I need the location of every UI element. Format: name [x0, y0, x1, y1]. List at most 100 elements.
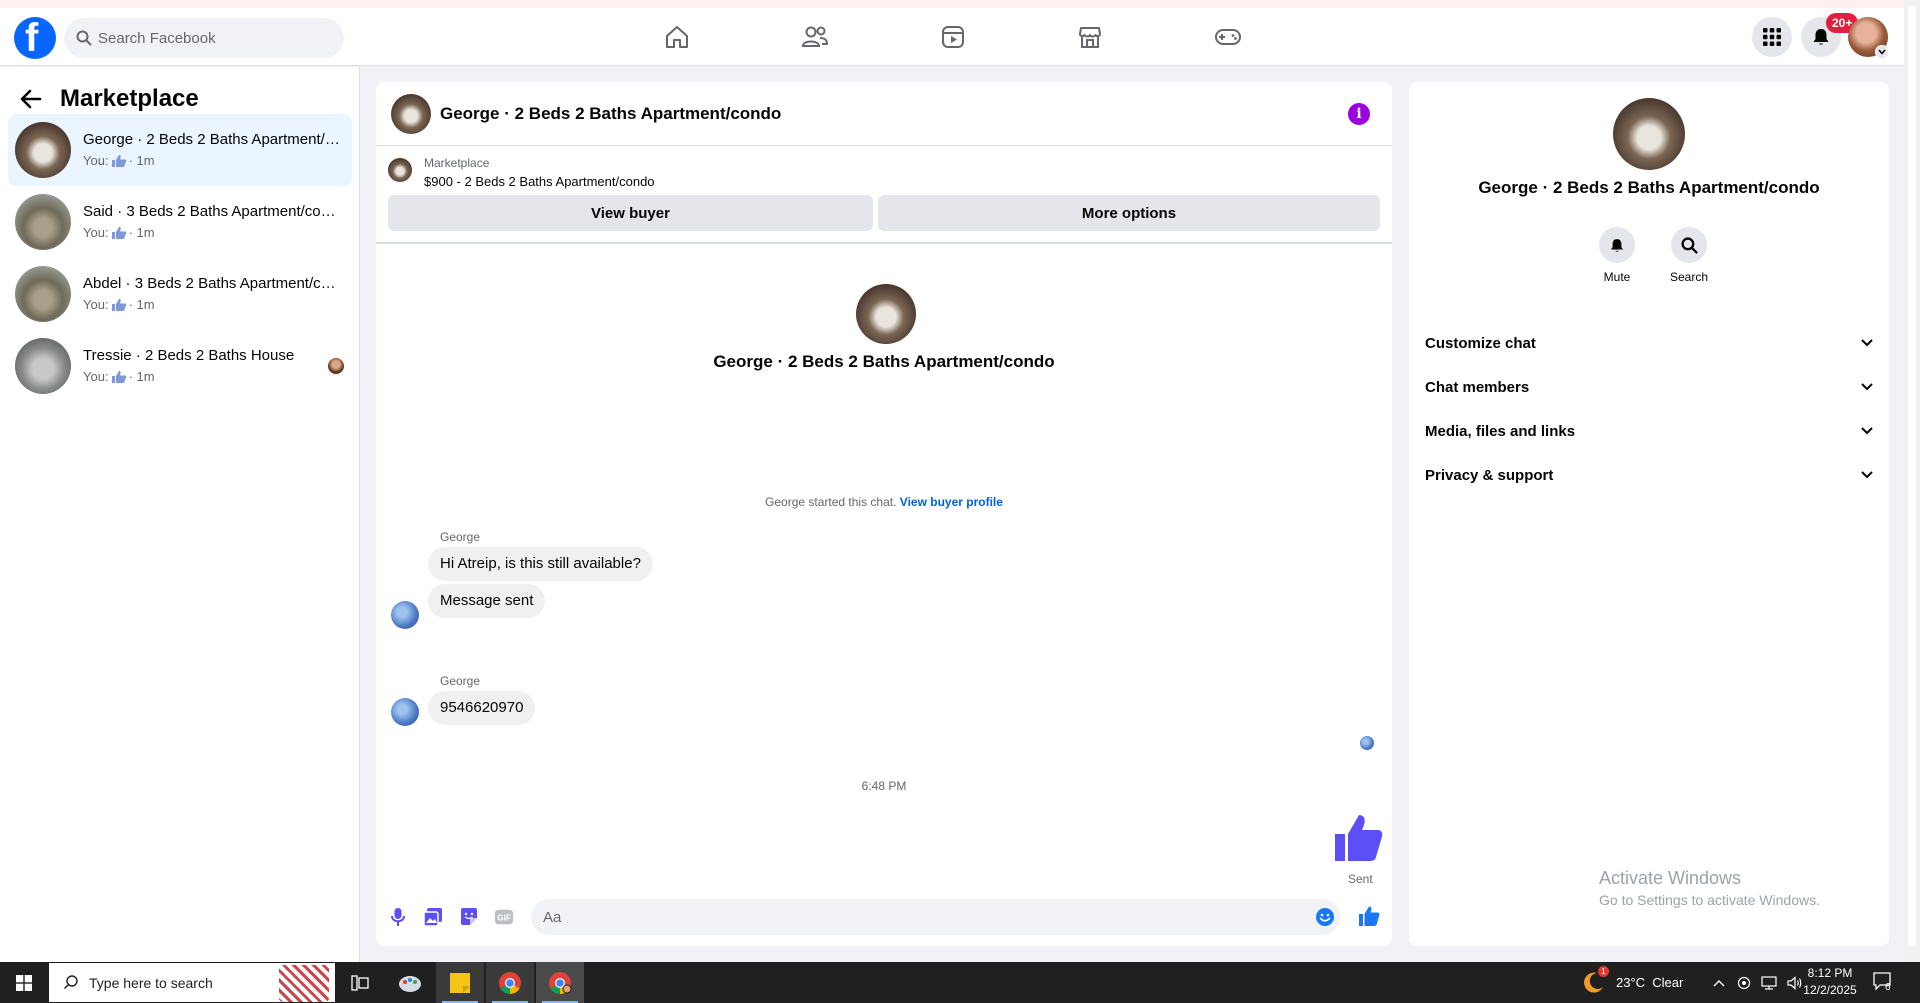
search-highlight-graphic — [279, 965, 329, 1002]
chrome-app-icon[interactable] — [486, 962, 534, 1003]
nav-gaming[interactable] — [1198, 16, 1258, 58]
marketplace-icon — [1077, 24, 1103, 50]
home-icon — [664, 24, 690, 50]
conversation-title: Tressie · 2 Beds 2 Baths House — [83, 347, 295, 364]
conversation-title: Said · 3 Beds 2 Baths Apartment/condo — [83, 203, 343, 220]
action-center-icon[interactable]: 6 — [1872, 971, 1894, 993]
conversation-item-abdel[interactable]: Abdel · 3 Beds 2 Baths Apartment/condo Y… — [8, 258, 352, 330]
windows-start-icon[interactable] — [0, 962, 48, 1003]
chevron-up-icon[interactable] — [1713, 979, 1725, 987]
facebook-search-box[interactable] — [64, 18, 344, 58]
message-bubble[interactable]: Message sent — [428, 584, 546, 618]
media-files-links-row[interactable]: Media, files and links — [1425, 411, 1873, 451]
conversation-title: George · 2 Beds 2 Baths Apartment/condo — [83, 131, 343, 148]
chat-header: George · 2 Beds 2 Baths Apartment/condo … — [376, 82, 1392, 146]
taskbar-clock[interactable]: 8:12 PM 12/2/2025 — [1798, 965, 1862, 999]
nav-home[interactable] — [647, 16, 707, 58]
page-title: Marketplace — [60, 85, 199, 112]
conversation-preview: You: · 1m — [83, 153, 155, 168]
conversation-item-george[interactable]: George · 2 Beds 2 Baths Apartment/condo … — [8, 114, 352, 186]
sticker-icon[interactable] — [459, 907, 479, 927]
mute-action[interactable]: Mute — [1587, 227, 1647, 284]
bell-icon[interactable] — [1599, 227, 1635, 263]
scrollbar-thumb[interactable] — [1908, 6, 1916, 946]
menu-button[interactable] — [1752, 17, 1792, 57]
message-input[interactable] — [543, 899, 1303, 935]
customize-chat-row[interactable]: Customize chat — [1425, 323, 1873, 363]
message-bubble[interactable]: 9546620970 — [428, 691, 536, 725]
windows-taskbar: Type here to search 1 23°C Clear 8:12 PM… — [0, 962, 1920, 1003]
taskbar-search-box[interactable]: Type here to search — [48, 962, 336, 1003]
sender-avatar[interactable] — [391, 601, 419, 629]
view-buyer-profile-link[interactable]: View buyer profile — [900, 495, 1003, 509]
meet-camera-icon[interactable] — [1737, 976, 1751, 990]
clock-date: 12/2/2025 — [1803, 983, 1857, 997]
listing-source: Marketplace — [424, 156, 490, 170]
view-buyer-button[interactable]: View buyer — [388, 195, 873, 231]
network-icon[interactable] — [1761, 975, 1777, 990]
nav-marketplace[interactable] — [1060, 16, 1120, 58]
search-in-conversation-action[interactable]: Search — [1659, 227, 1719, 284]
emoji-icon[interactable] — [1315, 907, 1335, 927]
chat-listing-avatar[interactable] — [391, 94, 431, 134]
message-input-wrapper[interactable] — [531, 899, 1340, 935]
listing-thumbnail — [15, 122, 71, 178]
task-view-icon[interactable] — [336, 962, 384, 1003]
info-icon[interactable]: i — [1348, 103, 1370, 125]
section-label: Chat members — [1425, 378, 1530, 396]
sender-avatar[interactable] — [391, 698, 419, 726]
friends-icon — [801, 24, 829, 50]
paint-app-icon[interactable] — [386, 962, 434, 1003]
sticky-notes-app-icon[interactable] — [436, 962, 484, 1003]
listing-thumbnail — [15, 338, 71, 394]
preview-prefix: You: — [83, 225, 109, 240]
conversation-preview: You: · 1m — [83, 225, 155, 240]
gaming-icon — [1214, 25, 1242, 49]
message-sender-name: George — [440, 530, 481, 544]
search-label: Search — [1669, 270, 1709, 284]
weather-icon[interactable]: 1 — [1582, 965, 1609, 996]
page-scrollbar[interactable] — [1904, 0, 1920, 962]
conversation-preview: You: · 1m — [83, 369, 155, 384]
grid-menu-icon — [1762, 27, 1782, 47]
conversation-info-panel: George · 2 Beds 2 Baths Apartment/condo … — [1409, 82, 1889, 946]
more-options-button[interactable]: More options — [878, 195, 1380, 231]
gif-icon[interactable]: GIF — [494, 907, 514, 927]
photo-gallery-icon[interactable] — [423, 907, 443, 927]
back-arrow-icon[interactable] — [20, 89, 42, 109]
listing-thumbnail-small — [388, 158, 412, 182]
conversation-info-title: George · 2 Beds 2 Baths Apartment/condo — [1478, 178, 1820, 197]
facebook-search-input[interactable] — [98, 18, 334, 58]
conversation-item-tressie[interactable]: Tressie · 2 Beds 2 Baths House You: · 1m — [8, 330, 352, 402]
search-icon[interactable] — [1671, 227, 1707, 263]
send-like-thumbs-up-icon[interactable] — [1358, 905, 1380, 927]
preview-prefix: You: — [83, 297, 109, 312]
listing-price-title[interactable]: $900 - 2 Beds 2 Baths Apartment/condo — [424, 174, 655, 189]
seen-receipt-avatar — [1360, 736, 1374, 750]
nav-friends[interactable] — [785, 16, 845, 58]
preview-time: · 1m — [128, 225, 155, 240]
chevron-down-icon — [1861, 383, 1873, 391]
thumbs-up-icon — [111, 298, 127, 312]
chat-title[interactable]: George · 2 Beds 2 Baths Apartment/condo — [440, 104, 781, 124]
chat-panel: George · 2 Beds 2 Baths Apartment/condo … — [376, 82, 1392, 946]
search-icon — [63, 974, 79, 990]
facebook-logo[interactable]: f — [14, 16, 56, 60]
message-bubble[interactable]: Hi Atreip, is this still available? — [428, 547, 653, 581]
action-center-count: 6 — [1885, 982, 1891, 993]
nav-watch[interactable] — [923, 16, 983, 58]
chat-members-row[interactable]: Chat members — [1425, 367, 1873, 407]
chrome-profile-app-icon[interactable] — [536, 962, 584, 1003]
privacy-support-row[interactable]: Privacy & support — [1425, 455, 1873, 495]
conversation-item-said[interactable]: Said · 3 Beds 2 Baths Apartment/condo Yo… — [8, 186, 352, 258]
activate-windows-watermark: Activate Windows Go to Settings to activ… — [1599, 868, 1820, 908]
message-composer: GIF — [376, 889, 1392, 946]
marketplace-inbox-panel: Marketplace George · 2 Beds 2 Baths Apar… — [0, 67, 360, 962]
system-tray: 1 23°C Clear — [1582, 962, 1803, 1003]
preview-time: · 1m — [128, 369, 155, 384]
taskbar-search-placeholder: Type here to search — [89, 975, 213, 991]
weather-text[interactable]: 23°C Clear — [1616, 975, 1683, 990]
account-chevron-down-icon[interactable] — [1875, 45, 1889, 59]
microphone-icon[interactable] — [388, 907, 408, 927]
preview-time: · 1m — [128, 153, 155, 168]
